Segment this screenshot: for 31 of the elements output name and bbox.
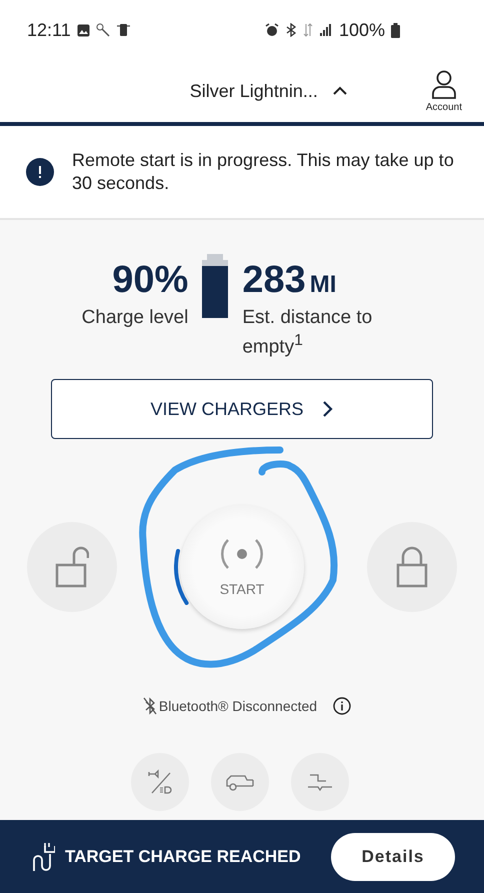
info-icon bbox=[26, 158, 54, 186]
charge-label: Charge level bbox=[82, 306, 188, 329]
bluetooth-off-icon bbox=[142, 697, 157, 715]
alarm-icon bbox=[264, 23, 279, 37]
view-chargers-button[interactable]: VIEW CHARGERS bbox=[51, 379, 433, 439]
horn-and-headlight-icon bbox=[146, 768, 174, 796]
data-arrows-icon bbox=[302, 23, 313, 37]
account-button[interactable]: Account bbox=[426, 70, 462, 112]
remote-start-button[interactable]: START bbox=[180, 505, 304, 629]
alert-message: Remote start is in progress. This may take up to 30 seconds. bbox=[72, 149, 455, 195]
battery-icon bbox=[391, 22, 400, 38]
distance-unit: MI bbox=[310, 271, 336, 299]
vehicle-selector[interactable]: Silver Lightnin... bbox=[190, 80, 348, 102]
person-icon bbox=[430, 70, 457, 100]
image-icon bbox=[76, 24, 90, 36]
padlock-icon bbox=[395, 546, 429, 588]
plug-icon bbox=[33, 842, 55, 872]
info-icon bbox=[333, 697, 352, 715]
bluetooth-status: Bluetooth® Disconnected bbox=[158, 698, 318, 714]
distance-label: Est. distance to empty$^{1}$ bbox=[242, 306, 374, 358]
battery-percent: 100% bbox=[338, 20, 385, 40]
status-time: 12:11 bbox=[27, 20, 71, 40]
charge-percent: 90% bbox=[112, 258, 188, 302]
distance-value: 283 bbox=[242, 258, 306, 302]
target-charge-message: TARGET CHARGE REACHED bbox=[65, 846, 301, 866]
chevron-right-icon bbox=[322, 400, 334, 418]
signal-icon bbox=[318, 24, 333, 36]
bluetooth-icon bbox=[284, 23, 297, 37]
progress-arc bbox=[174, 549, 189, 605]
unlocked-padlock-icon bbox=[55, 546, 89, 588]
details-button[interactable]: Details bbox=[331, 832, 455, 880]
